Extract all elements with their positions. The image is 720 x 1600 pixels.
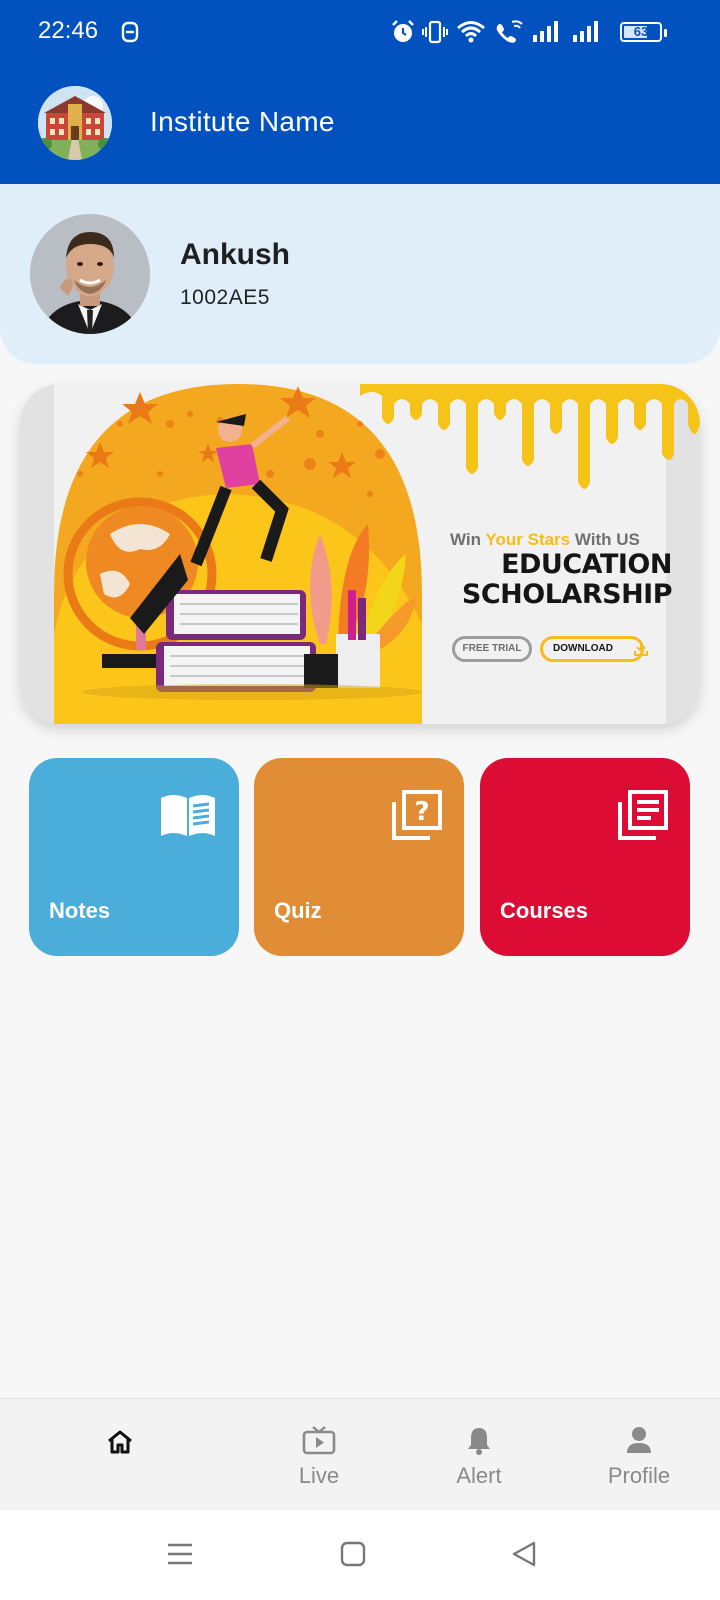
nav-profile-label: Profile xyxy=(607,1463,671,1488)
nav-live[interactable]: Live xyxy=(239,1399,399,1511)
quiz-label: Quiz xyxy=(274,898,322,923)
courses-list-icon xyxy=(616,790,668,846)
nav-home[interactable] xyxy=(40,1399,200,1511)
signal-2-icon xyxy=(572,20,602,48)
status-time: 22:46 xyxy=(38,17,99,44)
home-icon xyxy=(106,1429,134,1459)
bell-icon xyxy=(465,1425,493,1459)
home-square-icon[interactable] xyxy=(339,1540,367,1572)
svg-text:?: ? xyxy=(414,797,429,827)
alarm-icon xyxy=(390,19,416,49)
scholarship-banner[interactable]: Win Your Stars With US EDUCATION SCHOLAR… xyxy=(20,384,700,724)
profile-card[interactable]: Ankush 1002AE5 xyxy=(0,184,720,364)
courses-tile[interactable]: Courses xyxy=(480,758,690,956)
download-button-label: DOWNLOAD xyxy=(553,643,613,654)
free-trial-button[interactable]: FREE TRIAL xyxy=(452,636,532,662)
institute-logo xyxy=(38,86,112,160)
menu-icon[interactable] xyxy=(166,1540,194,1572)
live-tv-icon xyxy=(302,1425,336,1459)
banner-tagline: Win Your Stars With US xyxy=(450,530,640,549)
status-bar: 22:46 63 xyxy=(0,0,720,64)
vibrate-icon xyxy=(422,19,448,49)
data-saver-icon xyxy=(120,20,140,48)
app-bar: Institute Name xyxy=(0,64,720,184)
open-book-icon xyxy=(159,792,217,842)
nav-alert-label: Alert xyxy=(456,1463,502,1488)
banner-title: EDUCATION SCHOLARSHIP xyxy=(448,549,673,610)
wifi-calling-icon xyxy=(494,19,524,49)
battery-percent: 63 xyxy=(633,24,649,39)
download-button[interactable]: DOWNLOAD xyxy=(540,636,648,662)
back-triangle-icon[interactable] xyxy=(510,1540,538,1572)
courses-label: Courses xyxy=(500,898,589,923)
bottom-nav: Live Alert Profile xyxy=(0,1398,720,1510)
notes-tile[interactable]: Notes xyxy=(29,758,239,956)
nav-live-label: Live xyxy=(298,1463,340,1488)
system-nav-bar xyxy=(0,1510,720,1600)
institute-name: Institute Name xyxy=(150,106,335,137)
battery-icon: 63 xyxy=(620,22,662,42)
banner-title-line1: EDUCATION xyxy=(501,549,672,580)
quiz-question-icon: ? xyxy=(390,790,442,846)
banner-title-line2: SCHOLARSHIP xyxy=(461,579,673,610)
nav-alert[interactable]: Alert xyxy=(399,1399,559,1511)
signal-1-icon xyxy=(532,20,562,48)
user-id: 1002AE5 xyxy=(180,286,270,309)
nav-profile[interactable]: Profile xyxy=(559,1399,719,1511)
person-icon xyxy=(625,1425,653,1459)
user-name: Ankush xyxy=(180,238,291,271)
user-avatar[interactable] xyxy=(30,214,150,334)
notes-label: Notes xyxy=(49,898,111,923)
wifi-icon xyxy=(456,20,486,48)
quiz-tile[interactable]: ? Quiz xyxy=(254,758,464,956)
